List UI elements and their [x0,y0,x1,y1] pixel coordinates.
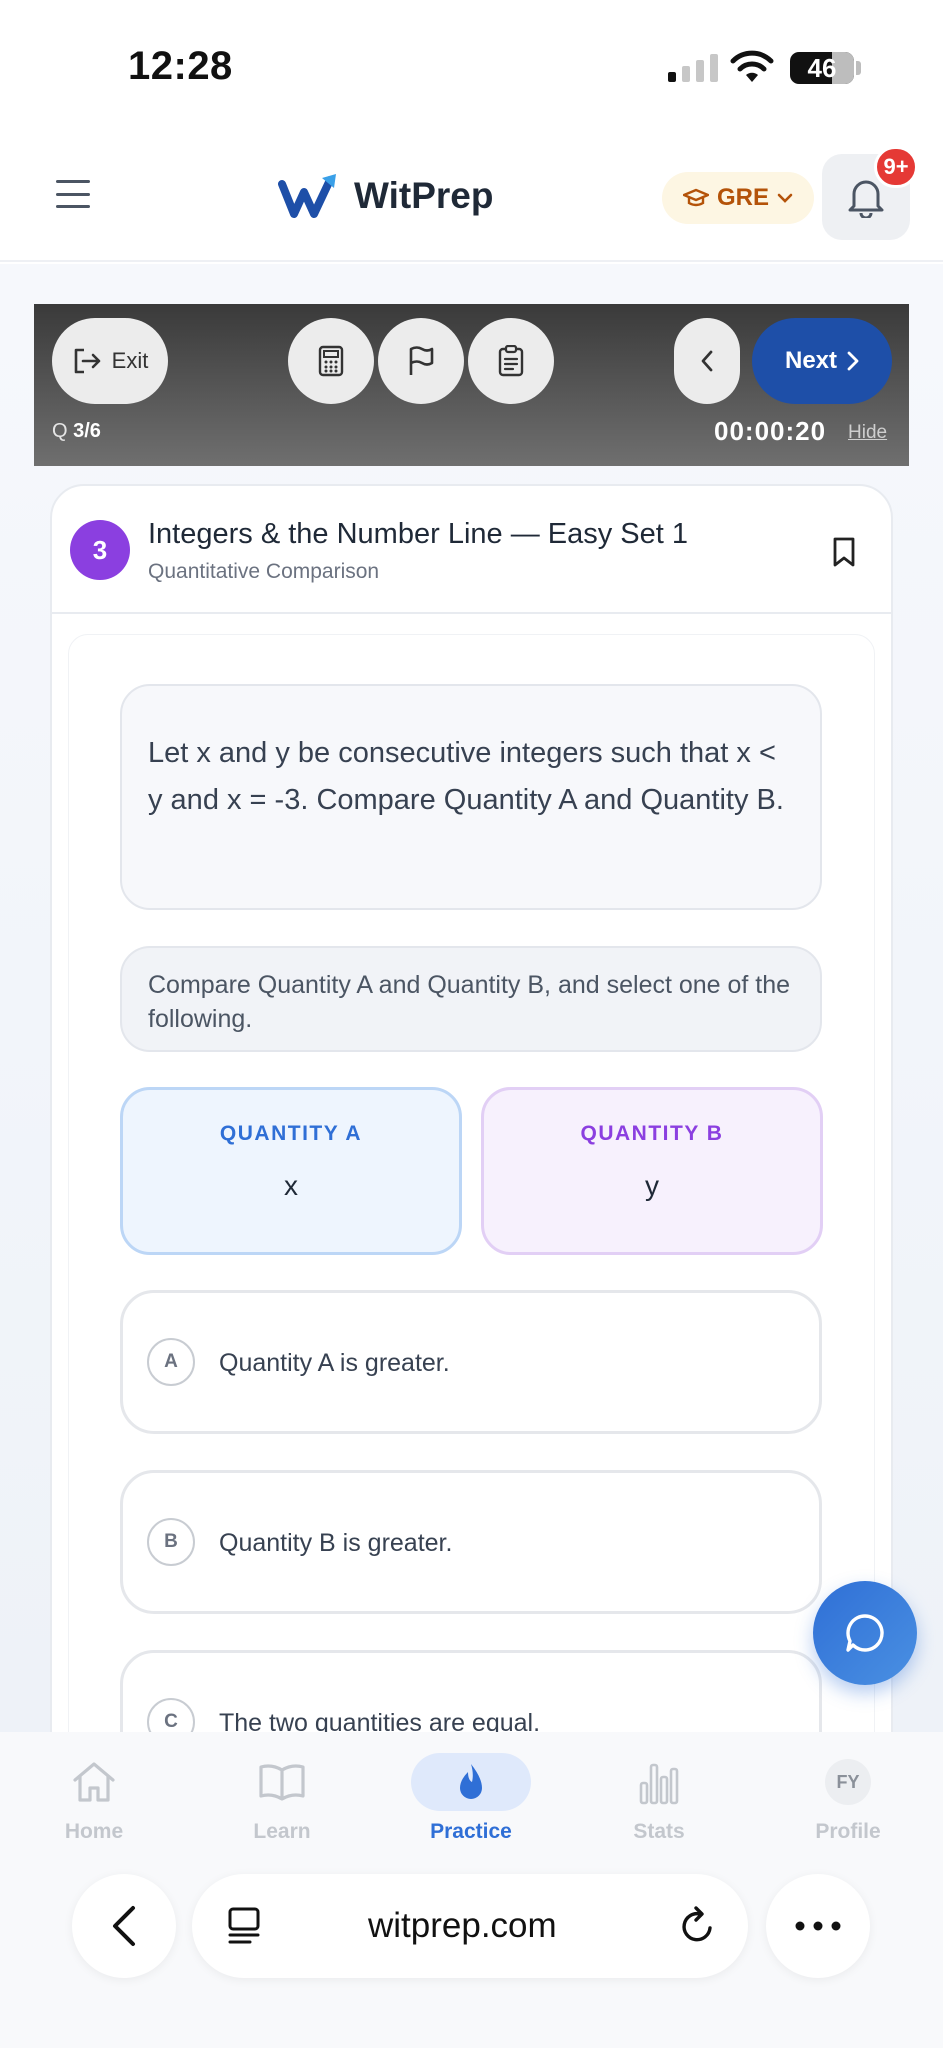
nav-label: Home [64,1820,124,1843]
flag-icon [409,346,434,375]
exit-icon [74,348,100,374]
brand-name: WitPrep [354,175,494,216]
previous-button[interactable] [674,318,740,404]
nav-item-profile[interactable]: FY Profile [773,1752,923,1844]
nav-item-home[interactable]: Home [19,1752,169,1844]
logo[interactable]: WitPrep [278,172,493,220]
chevron-right-icon [847,351,859,371]
question-instruction: Compare Quantity A and Quantity B, and s… [120,946,822,1052]
book-icon [259,1764,305,1801]
url-text: witprep.com [368,1906,557,1945]
quantity-b-value: y [645,1170,659,1201]
wifi-icon [730,50,774,82]
quantity-a-value: x [284,1170,298,1201]
exit-label: Exit [111,348,149,373]
witprep-logo-icon [278,174,336,218]
status-bar: 12:28 46 [0,0,943,130]
chat-bubble-icon [846,1614,884,1652]
nav-label: Stats [633,1820,685,1843]
question-type: Quantitative Comparison [148,560,380,583]
practice-active-pill [411,1753,531,1811]
avatar: FY [825,1759,871,1805]
flag-button[interactable] [378,318,464,404]
hide-timer-link[interactable]: Hide [848,422,887,444]
quantity-a-label: QUANTITY A [219,1122,363,1145]
next-label: Next [784,347,838,374]
nav-item-learn[interactable]: Learn [207,1752,357,1844]
address-bar[interactable]: witprep.com [192,1874,748,1978]
nav-label: Practice [430,1820,512,1843]
quantity-a-box: QUANTITY A x [120,1087,462,1255]
chat-button[interactable] [813,1581,917,1685]
question-position: 3/6 [73,420,101,442]
question-number-badge: 3 [70,520,130,580]
next-button[interactable]: Next [752,318,892,404]
home-icon [73,1762,115,1802]
more-icon [795,1921,841,1931]
chevron-left-icon [113,1906,135,1946]
timer: 00:00:20 [714,416,827,446]
flame-icon [460,1764,482,1799]
battery-icon: 46 [790,52,854,84]
graduation-cap-icon [682,188,709,207]
notes-button[interactable] [468,318,554,404]
option-text: Quantity B is greater. [219,1529,453,1557]
reload-icon[interactable] [678,1906,716,1946]
chevron-left-icon [701,350,713,372]
nav-item-practice[interactable]: Practice [396,1752,546,1844]
option-letter: B [147,1518,195,1566]
tab-overview-icon [228,1907,260,1944]
chevron-down-icon [777,193,793,203]
notification-badge: 9+ [874,146,918,188]
nav-item-stats[interactable]: Stats [584,1752,734,1844]
option-letter: A [147,1338,195,1386]
app-header: WitPrep GRE 9+ [0,130,943,262]
exam-label: GRE [716,184,769,211]
menu-icon[interactable] [56,180,90,208]
answer-option-a[interactable]: A Quantity A is greater. [120,1290,822,1434]
option-text: Quantity A is greater. [219,1349,450,1377]
exit-button[interactable]: Exit [52,318,168,404]
browser-more-button[interactable] [766,1874,870,1978]
browser-back-button[interactable] [72,1874,176,1978]
signal-icon [668,52,718,82]
question-header: 3 Integers & the Number Line — Easy Set … [52,486,891,614]
question-toolbar: Exit Next Q 3/6 00:00:20 Hide [34,304,909,466]
exam-selector[interactable]: GRE [662,172,814,224]
bell-icon [848,180,884,218]
status-time: 12:28 [128,44,233,88]
question-stem: Let x and y be consecutive integers such… [120,684,822,910]
calculator-icon [318,345,344,377]
question-counter: Q 3/6 [52,420,101,442]
nav-label: Learn [253,1820,311,1843]
bar-chart-icon [639,1763,679,1805]
quantity-b-label: QUANTITY B [580,1122,724,1145]
battery-level: 46 [807,52,837,83]
answer-option-b[interactable]: B Quantity B is greater. [120,1470,822,1614]
quantity-b-box: QUANTITY B y [481,1087,823,1255]
calculator-button[interactable] [288,318,374,404]
bookmark-icon[interactable] [832,536,856,568]
question-set-title: Integers & the Number Line — Easy Set 1 [148,518,688,550]
clipboard-icon [498,345,524,377]
nav-label: Profile [815,1820,881,1843]
